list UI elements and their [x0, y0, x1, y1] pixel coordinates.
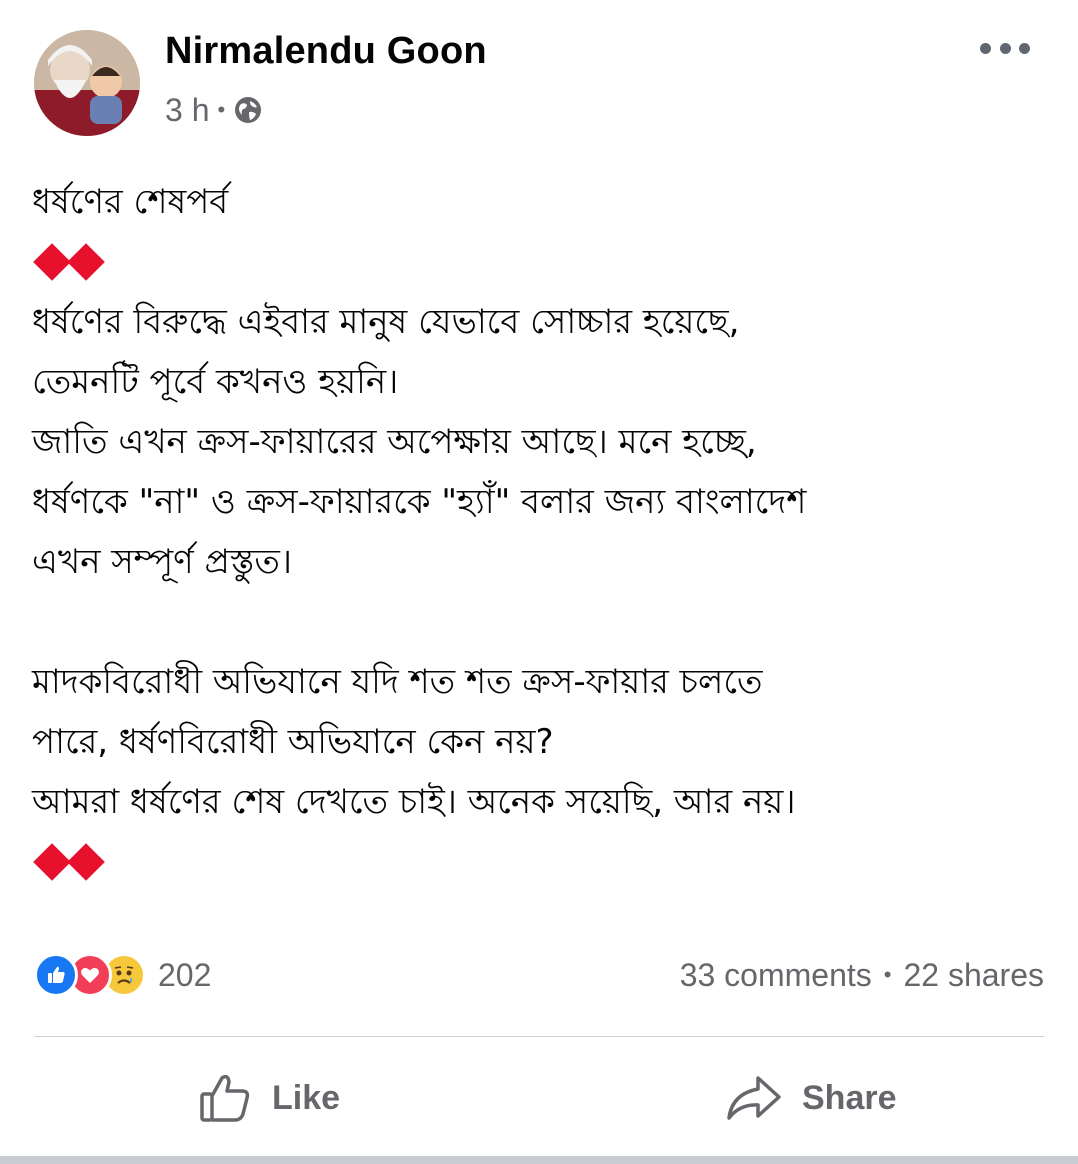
counts-separator: • [883, 962, 892, 987]
feed-separator-bar [0, 1156, 1078, 1164]
diamonds-top [32, 232, 1038, 292]
facebook-post: Nirmalendu Goon 3 h • ধর্ষণের শেষপর্ব ধর… [0, 0, 1078, 1164]
like-icon [34, 953, 78, 997]
post-text-line: আমরা ধর্ষণের শেষ দেখতে চাই। অনেক সয়েছি,… [32, 782, 796, 822]
comments-count[interactable]: 33 comments [680, 957, 872, 994]
reaction-count: 202 [158, 956, 212, 993]
meta-separator: • [217, 97, 226, 122]
post-time[interactable]: 3 h [165, 92, 209, 129]
post-body: ধর্ষণের শেষপর্ব ধর্ষণের বিরুদ্ধে এইবার ম… [32, 172, 1038, 892]
red-diamond-icon [67, 243, 105, 281]
red-diamond-icon [33, 843, 71, 881]
red-diamond-icon [33, 243, 71, 281]
share-button[interactable]: Share [724, 1068, 897, 1128]
post-title: ধর্ষণের শেষপর্ব [32, 182, 229, 222]
reaction-icons [34, 953, 146, 997]
post-text-line: পারে, ধর্ষণবিরোধী অভিযানে কেন নয়? [32, 722, 554, 762]
like-button[interactable]: Like [198, 1068, 340, 1128]
globe-icon [235, 97, 262, 123]
engagement-counts: 33 comments • 22 shares [680, 952, 1044, 998]
like-label: Like [272, 1078, 341, 1117]
post-text-line: এখন সম্পূর্ণ প্রস্তুত। [32, 542, 293, 582]
more-dot [999, 42, 1011, 54]
red-diamond-icon [67, 843, 105, 881]
author-avatar[interactable] [34, 30, 140, 136]
thumbs-up-icon [200, 1074, 250, 1122]
post-meta: 3 h • [165, 90, 263, 130]
post-text-line: ধর্ষণের বিরুদ্ধে এইবার মানুষ যেভাবে সোচ্… [32, 302, 740, 342]
share-arrow-icon [727, 1076, 781, 1120]
more-dot [980, 42, 991, 54]
avatar-photo [34, 30, 140, 136]
post-text-line: তেমনটি পূর্বে কখনও হয়নি। [32, 362, 399, 402]
diamonds-bottom [32, 832, 1038, 892]
post-text-line: জাতি এখন ক্রস-ফায়ারের অপেক্ষায় আছে। মন… [32, 422, 757, 462]
author-name[interactable]: Nirmalendu Goon [165, 30, 487, 73]
reactions-summary[interactable]: 202 [34, 952, 211, 998]
post-text-line: মাদকবিরোধী অভিযানে যদি শত শত ক্রস-ফায়ার… [32, 662, 763, 702]
divider [34, 1036, 1044, 1037]
post-text-line: ধর্ষণকে "না" ও ক্রস-ফায়ারকে "হ্যাঁ" বলা… [32, 482, 807, 522]
more-dot [1019, 42, 1030, 54]
more-options-icon[interactable] [980, 30, 1030, 66]
shares-count[interactable]: 22 shares [903, 957, 1044, 994]
share-label: Share [802, 1078, 897, 1117]
